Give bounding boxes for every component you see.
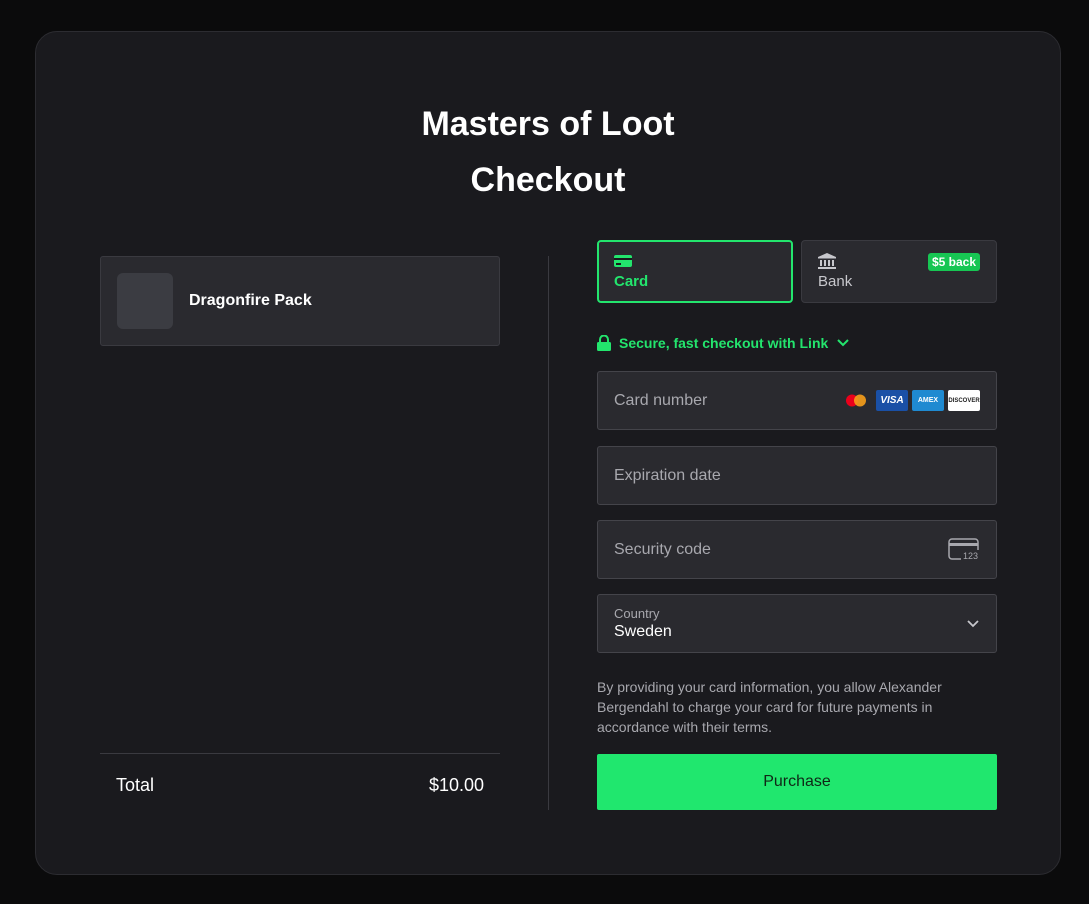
country-text: Country Sweden [614,606,672,641]
lock-icon [597,335,611,351]
bank-icon [818,253,836,269]
total-label: Total [116,774,155,795]
page-title: Masters of Loot Checkout [36,96,1060,208]
discover-icon: DISCOVER [948,390,980,411]
product-name: Dragonfire Pack [189,292,312,309]
chevron-down-icon [837,339,849,347]
security-code-field[interactable]: Security code 123 [597,520,997,579]
card-brands: VISA AMEX DISCOVER [840,390,980,411]
tab-card-label: Card [614,273,649,290]
cvc-icon-text: 123 [963,551,978,561]
product-item: Dragonfire Pack [100,256,500,346]
mastercard-icon [840,390,872,411]
country-value: Sweden [614,623,672,640]
total-divider [100,753,500,754]
payment-method-tabs: Card Bank $5 back [597,240,997,304]
title-line-1: Masters of Loot [421,105,675,143]
card-number-field[interactable]: Card number VISA AMEX DISCOVER [597,371,997,430]
tab-bank-label: Bank [818,273,853,290]
product-thumbnail [117,273,173,329]
visa-icon: VISA [876,390,908,411]
expiration-date-field[interactable]: Expiration date [597,446,997,505]
card-number-placeholder: Card number [614,391,708,409]
checkout-modal: Masters of Loot Checkout Dragonfire Pack… [35,31,1061,875]
tab-card[interactable]: Card [597,240,793,303]
purchase-button[interactable]: Purchase [597,754,997,810]
amex-icon: AMEX [912,390,944,411]
link-checkout-toggle[interactable]: Secure, fast checkout with Link [597,335,850,351]
terms-text: By providing your card information, you … [597,679,942,735]
expiration-date-placeholder: Expiration date [614,466,721,484]
total-value: $10.00 [428,774,484,795]
security-code-placeholder: Security code [614,540,711,558]
country-select[interactable]: Country Sweden [597,594,997,653]
cvc-card-icon: 123 [948,537,980,561]
tab-bank[interactable]: Bank $5 back [801,240,997,303]
country-label: Country [614,606,660,621]
column-divider [548,256,549,810]
total-row: Total $10.00 [100,770,500,800]
chevron-down-icon [967,619,979,627]
card-icon [614,255,632,267]
title-line-2: Checkout [470,161,626,199]
link-checkout-text: Secure, fast checkout with Link [619,335,829,351]
cashback-badge: $5 back [927,253,980,271]
